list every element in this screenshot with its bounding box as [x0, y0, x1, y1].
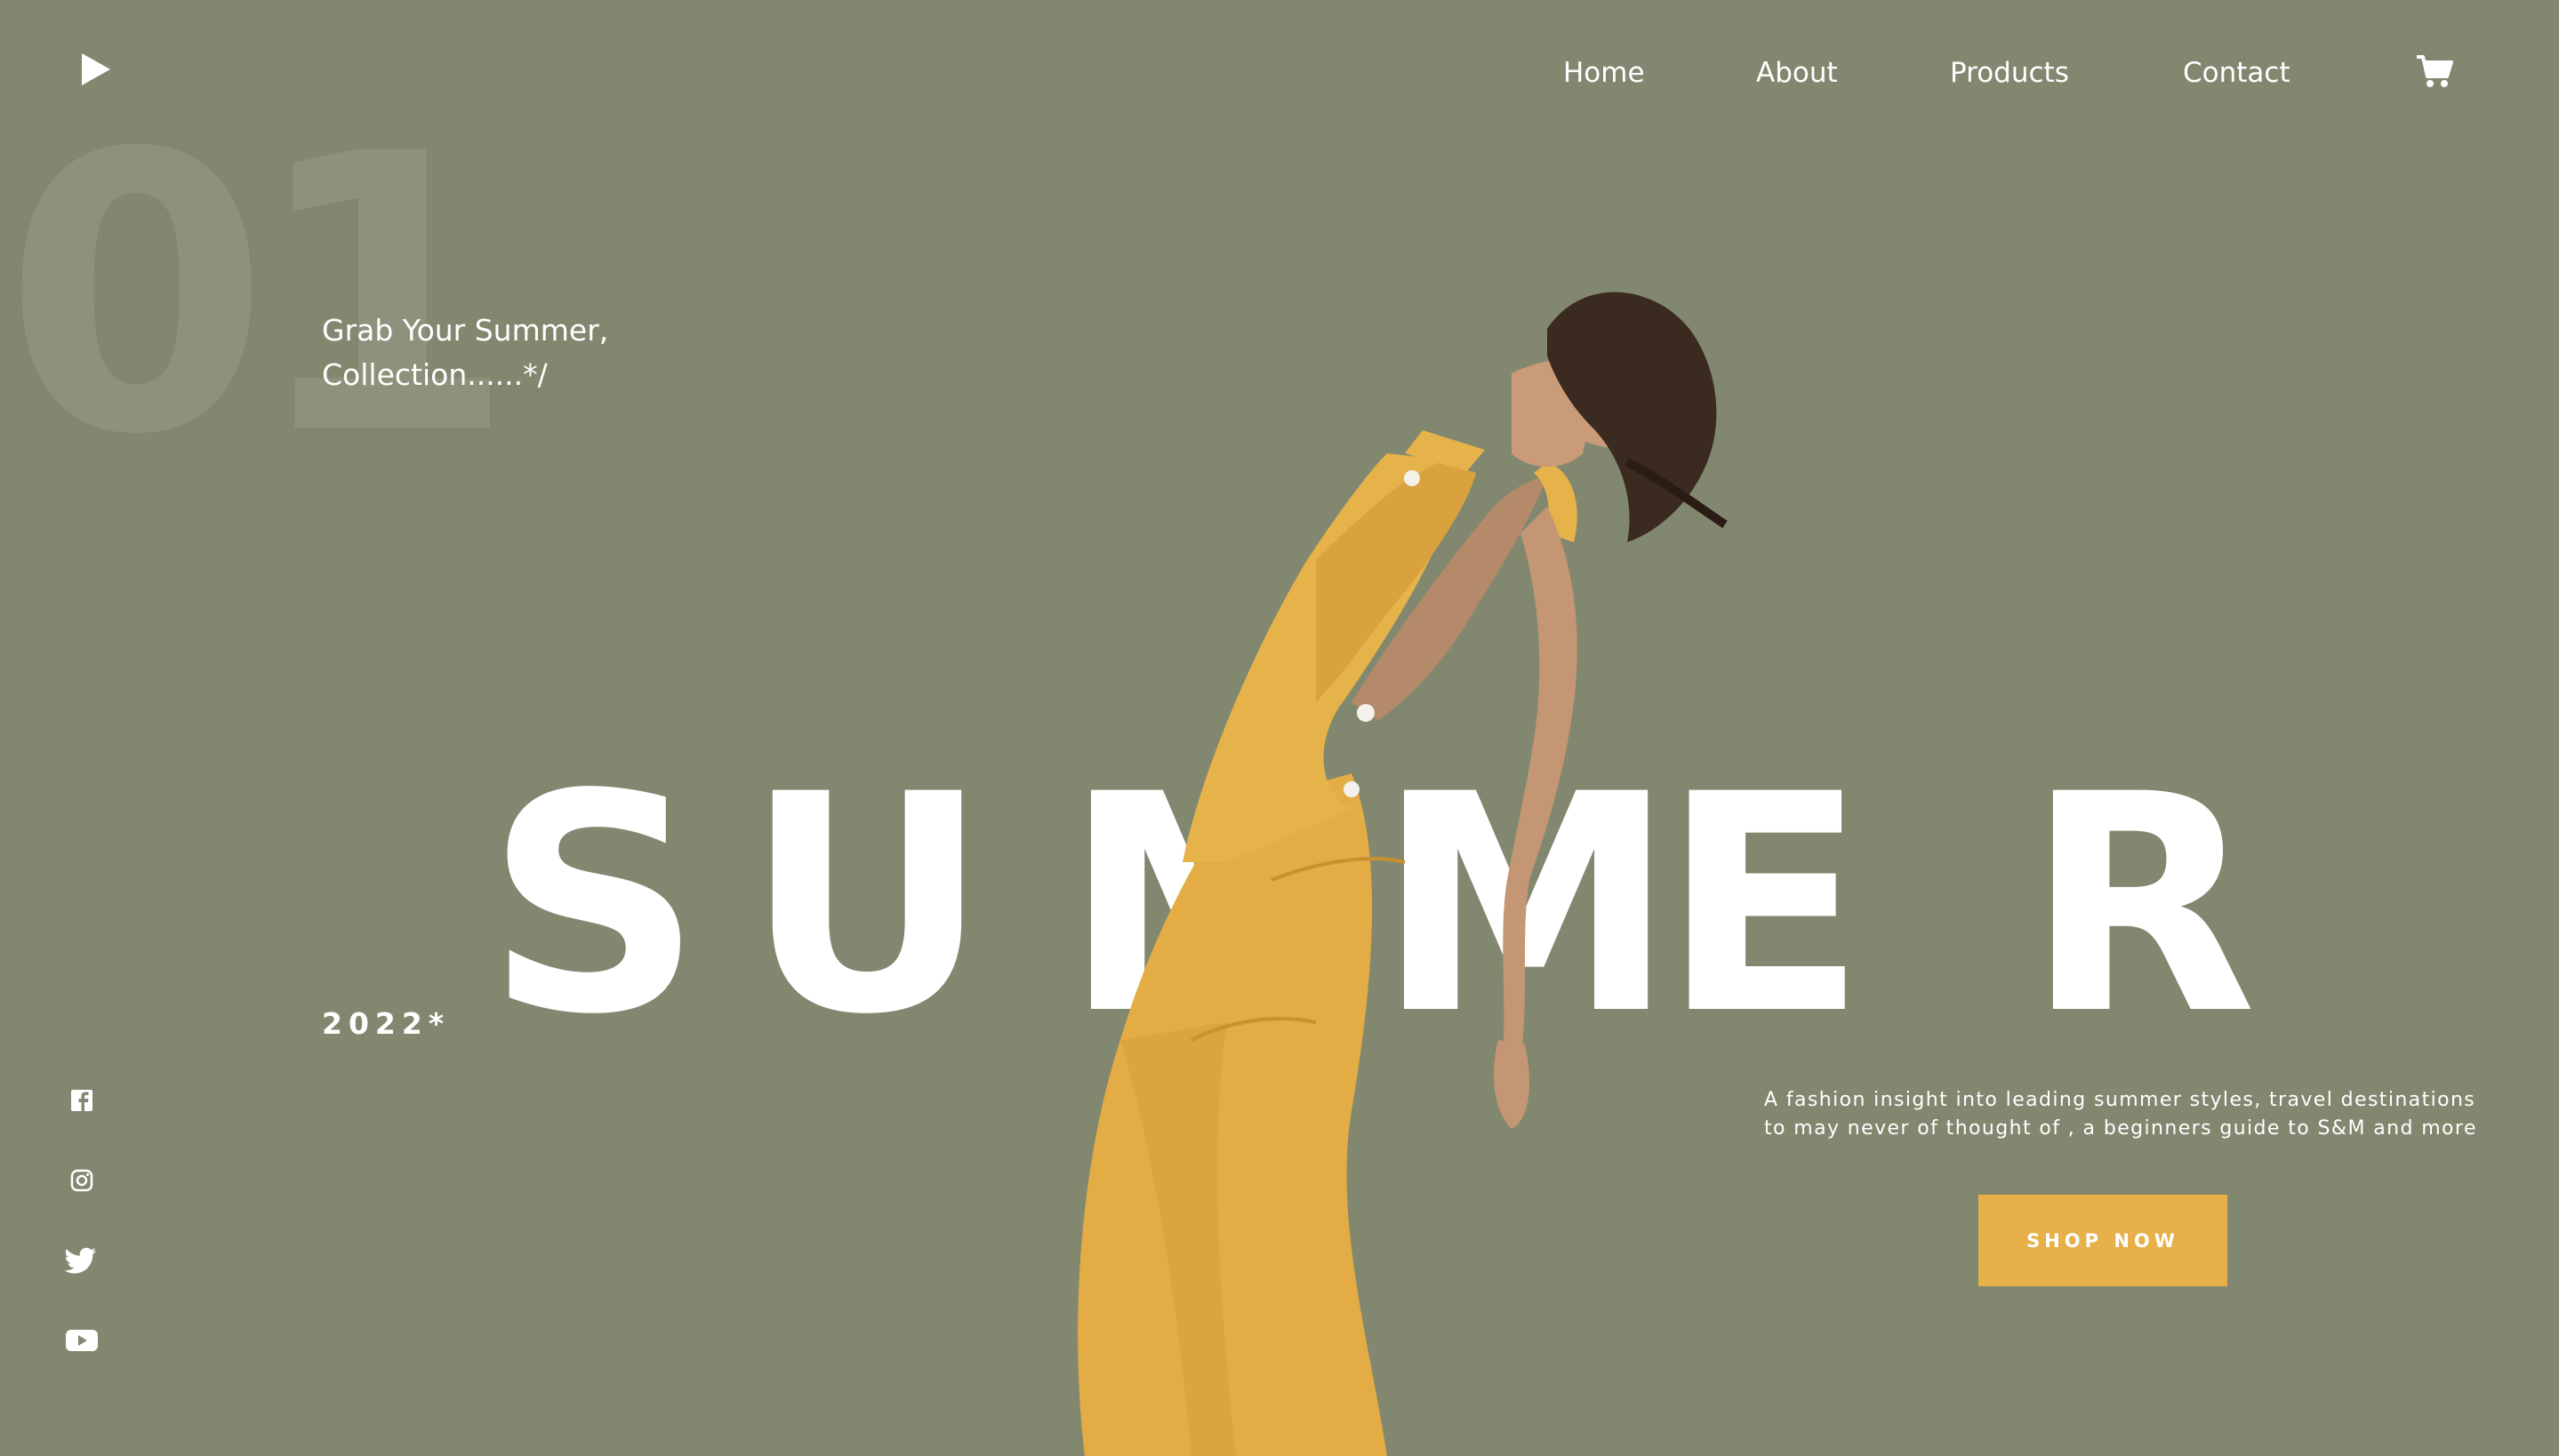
model-photo	[1049, 240, 1814, 1456]
shopping-cart-icon[interactable]	[2415, 53, 2454, 89]
description-line-1: A fashion insight into leading summer st…	[1764, 1089, 2476, 1111]
slide-number: 01	[4, 74, 516, 518]
facebook-icon[interactable]	[62, 1084, 101, 1116]
instagram-icon[interactable]	[62, 1164, 101, 1196]
headline-letter: R	[2025, 730, 2258, 1080]
nav-products[interactable]: Products	[1950, 52, 2069, 94]
nav-contact[interactable]: Contact	[2183, 52, 2290, 94]
twitter-icon[interactable]	[62, 1243, 101, 1275]
year-label: 2022*	[322, 1006, 451, 1041]
description-line-2: to may never of thought of , a beginners…	[1764, 1117, 2477, 1140]
headline-letter: U	[744, 730, 990, 1080]
nav-home[interactable]: Home	[1563, 52, 1645, 94]
shop-now-button[interactable]: SHOP NOW	[1978, 1195, 2227, 1286]
tagline: Grab Your Summer, Collection......*/	[322, 308, 695, 397]
nav-about[interactable]: About	[1756, 52, 1838, 94]
headline-letter: S	[485, 730, 702, 1080]
hero-description: A fashion insight into leading summer st…	[1764, 1086, 2475, 1143]
tagline-line-1: Grab Your Summer,	[322, 313, 609, 348]
tagline-line-2: Collection......*/	[322, 357, 548, 392]
landing-page: Home About Products Contact 01 Grab Your…	[0, 0, 2559, 1456]
youtube-icon[interactable]	[62, 1324, 101, 1356]
